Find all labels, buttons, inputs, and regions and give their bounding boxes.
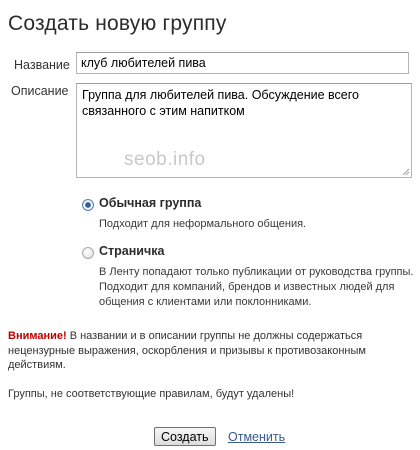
page-description-line: общения с клиентами или поклонниками. [99, 296, 312, 308]
group-type-regular-title[interactable]: Обычная группа [99, 196, 201, 210]
create-group-page: Создать новую группу Название Описание Г… [0, 0, 420, 450]
page-title: Создать новую группу [8, 12, 227, 35]
create-button[interactable]: Создать [154, 427, 216, 446]
group-type-page-description: В Ленту попадают только публикации от ру… [99, 265, 419, 310]
group-type-regular-description: Подходит для неформального общения. [99, 218, 307, 230]
cancel-link[interactable]: Отменить [228, 430, 285, 444]
warning-label: Внимание! [8, 330, 67, 342]
name-label: Название [14, 58, 70, 72]
rules-warning: Внимание! В названии и в описании группы… [8, 329, 408, 373]
radio-selected-icon[interactable] [82, 199, 94, 211]
group-name-input[interactable] [76, 52, 409, 74]
description-label: Описание [11, 84, 69, 98]
group-type-page-title[interactable]: Страничка [99, 244, 164, 258]
removal-notice: Группы, не соответствующие правилам, буд… [8, 388, 295, 400]
watermark-text: seob.info [124, 149, 206, 170]
page-description-line: Подходит для компаний, брендов и известн… [99, 281, 395, 293]
radio-unselected-icon[interactable] [82, 247, 94, 259]
resize-grip-icon[interactable] [402, 168, 410, 176]
page-description-line: В Ленту попадают только публикации от ру… [99, 266, 414, 278]
